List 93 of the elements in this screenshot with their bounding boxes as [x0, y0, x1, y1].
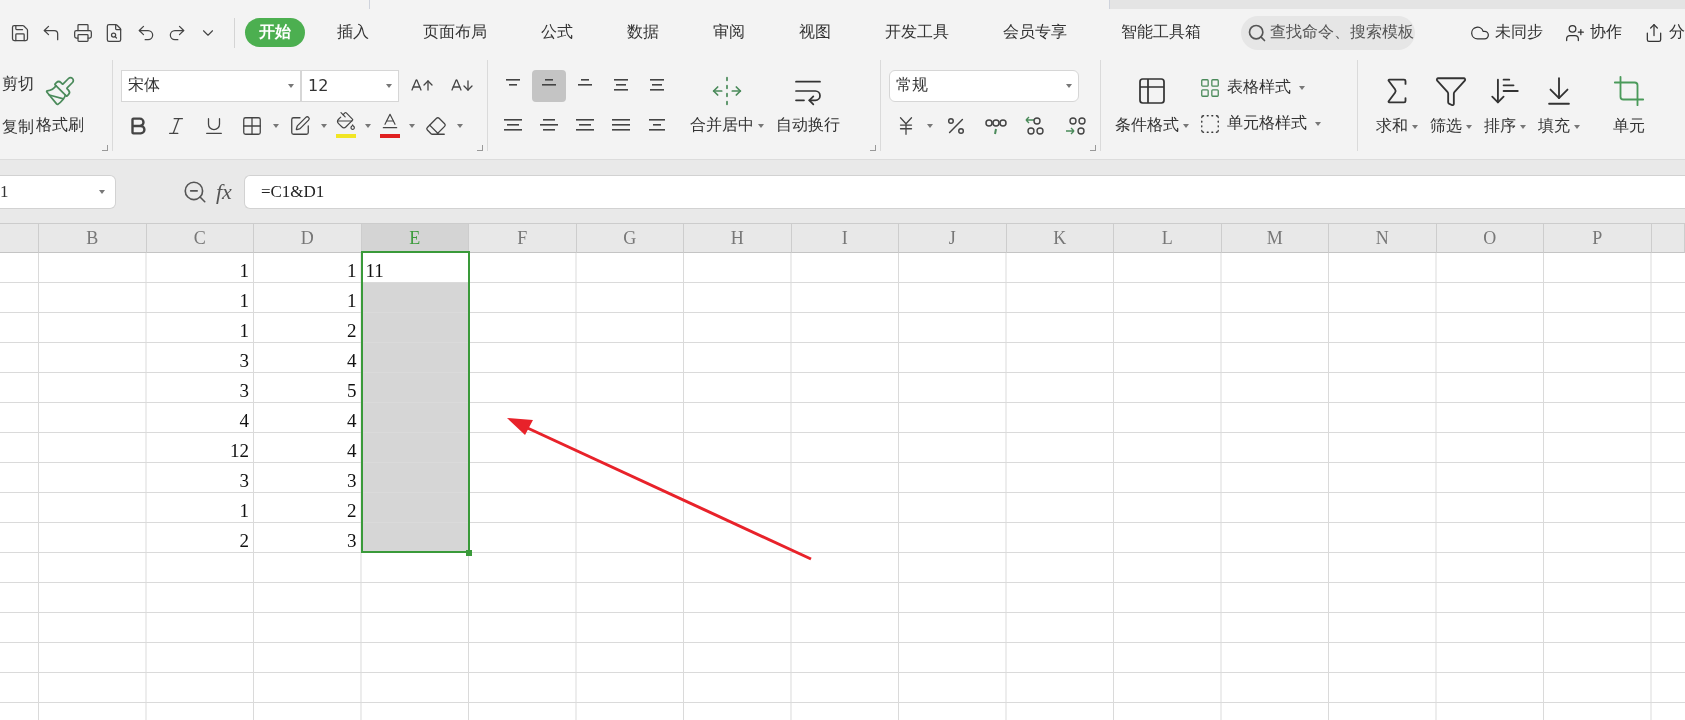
- ribbon-tool-button[interactable]: 排序: [1478, 72, 1532, 139]
- caret-icon[interactable]: [1066, 83, 1072, 88]
- toolbar-action[interactable]: 未同步: [1470, 22, 1543, 43]
- dialog-launcher-icon[interactable]: [102, 145, 108, 151]
- column-header[interactable]: D: [254, 224, 362, 253]
- funnel-icon: [1434, 74, 1468, 108]
- column-header[interactable]: I: [791, 224, 899, 253]
- table-cell-text: 2: [346, 319, 358, 342]
- dialog-launcher-icon[interactable]: [477, 145, 483, 151]
- cell-style-button[interactable]: 单元格样式: [1199, 112, 1321, 135]
- table-cell-text: 3: [238, 469, 250, 492]
- table-cell-text: 3: [346, 469, 358, 492]
- table-cell-text: 2: [346, 499, 358, 522]
- column-header[interactable]: O: [1436, 224, 1544, 253]
- table-cell-text: 3: [346, 529, 358, 552]
- table-cell-text: 5: [346, 379, 358, 402]
- table-cell-text: 1: [238, 259, 250, 282]
- align-middle-icon[interactable]: [532, 69, 566, 102]
- merge-center-button[interactable]: 合并居中: [684, 73, 770, 138]
- column-header[interactable]: B: [39, 224, 147, 253]
- font-name-dropdown[interactable]: 宋体: [121, 69, 301, 102]
- toolbar-action[interactable]: 协作: [1565, 22, 1622, 43]
- table-cell-text: 1: [346, 259, 358, 282]
- column-header[interactable]: N: [1329, 224, 1437, 253]
- number-format-dropdown[interactable]: 常规: [889, 69, 1079, 102]
- table-cell-text: 1: [238, 289, 250, 312]
- menu-tab[interactable]: 视图: [785, 18, 846, 47]
- table-cell-text: 1: [238, 319, 250, 342]
- table-cell-text: 4: [346, 409, 358, 432]
- column-header[interactable]: G: [576, 224, 684, 253]
- table-style-button[interactable]: 表格样式: [1199, 76, 1321, 99]
- ribbon-tool-button[interactable]: 筛选: [1424, 72, 1478, 139]
- table-cell-text: 2: [238, 529, 250, 552]
- table-icon: [1136, 75, 1168, 107]
- table-cell-text: 4: [346, 349, 358, 372]
- caret-icon[interactable]: [927, 123, 933, 128]
- crop-icon: [1612, 74, 1646, 108]
- menu-tab[interactable]: 审阅: [699, 18, 760, 47]
- table-cell-text: 12: [229, 439, 250, 462]
- dialog-launcher-icon[interactable]: [1090, 145, 1096, 151]
- menu-tab[interactable]: 会员专享: [989, 18, 1082, 47]
- table-cell-text: 4: [346, 439, 358, 462]
- column-header[interactable]: H: [684, 224, 792, 253]
- table-cell-text: 1: [238, 499, 250, 522]
- dashed-square-icon: [1199, 112, 1221, 135]
- search-placeholder: 查找命令、搜索模板: [1270, 22, 1415, 43]
- column-header[interactable]: L: [1114, 224, 1222, 253]
- column-header[interactable]: K: [1006, 224, 1114, 253]
- ribbon-tool-button[interactable]: 单元: [1606, 72, 1652, 139]
- ribbon-tool-button[interactable]: 填充: [1532, 72, 1586, 139]
- share-icon: [1644, 22, 1664, 43]
- format-painter-button[interactable]: 格式刷: [34, 73, 86, 138]
- column-header[interactable]: P: [1544, 224, 1652, 253]
- caret-icon[interactable]: [457, 123, 463, 128]
- column-header[interactable]: J: [899, 224, 1007, 253]
- wrap-text-button[interactable]: 自动换行: [770, 73, 846, 138]
- caret-icon[interactable]: [386, 83, 392, 88]
- font-size-dropdown[interactable]: 12: [301, 69, 399, 102]
- menu-tab[interactable]: 开发工具: [871, 18, 964, 47]
- column-header[interactable]: F: [469, 224, 577, 253]
- ribbon-tool-button[interactable]: 求和: [1370, 72, 1424, 139]
- menu-tab[interactable]: 公式: [527, 18, 588, 47]
- toolbar-action[interactable]: 分: [1644, 22, 1685, 43]
- dialog-launcher-icon[interactable]: [870, 145, 876, 151]
- grid-icon: [1199, 76, 1221, 99]
- caret-icon[interactable]: [288, 83, 294, 88]
- fill-handle[interactable]: [466, 550, 472, 556]
- caret-icon[interactable]: [409, 123, 415, 128]
- table-cell-text: 1: [346, 289, 358, 312]
- search-icon: [1247, 22, 1268, 43]
- menu-tab[interactable]: 数据: [613, 18, 674, 47]
- table-cell-text: 3: [238, 379, 250, 402]
- table-cell-text: 3: [238, 349, 250, 372]
- caret-icon[interactable]: [365, 123, 371, 128]
- search-field[interactable]: 查找命令、搜索模板: [1241, 15, 1415, 50]
- caret-icon[interactable]: [273, 123, 279, 128]
- caret-icon[interactable]: [321, 123, 327, 128]
- column-header[interactable]: C: [146, 224, 254, 253]
- menu-tab[interactable]: 页面布局: [409, 18, 502, 47]
- clipboard-action[interactable]: 剪切: [2, 73, 34, 95]
- formula-field[interactable]: =C1&D1: [243, 174, 1685, 209]
- user-plus-icon: [1565, 22, 1585, 43]
- brush-icon: [44, 75, 76, 107]
- menu-tab[interactable]: 智能工具箱: [1107, 18, 1216, 47]
- function-label[interactable]: fx: [216, 178, 232, 205]
- clipboard-action[interactable]: 复制: [2, 116, 34, 138]
- conditional-format-button[interactable]: 条件格式: [1109, 73, 1195, 138]
- menu-tab[interactable]: 插入: [323, 18, 384, 47]
- name-box[interactable]: 1: [0, 174, 116, 209]
- table-cell-text: 4: [238, 409, 250, 432]
- column-header[interactable]: M: [1221, 224, 1329, 253]
- merge-icon: [711, 75, 743, 107]
- active-cell[interactable]: 11: [361, 253, 468, 282]
